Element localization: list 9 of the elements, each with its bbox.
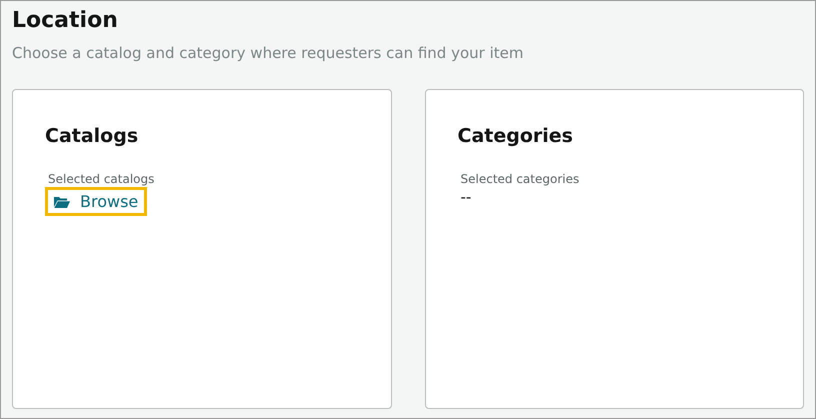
field-label: Selected categories <box>460 171 580 187</box>
field-value: -- <box>460 189 472 205</box>
browse-link[interactable]: Browse <box>45 187 148 216</box>
page-title: Location <box>12 7 119 35</box>
folder-icon <box>54 196 70 208</box>
card-title: Catalogs <box>45 124 140 149</box>
field-label: Selected catalogs <box>48 171 154 187</box>
card-title: Categories <box>458 124 574 149</box>
page-subtitle: Choose a catalog and category where requesters can find your item <box>12 43 524 63</box>
